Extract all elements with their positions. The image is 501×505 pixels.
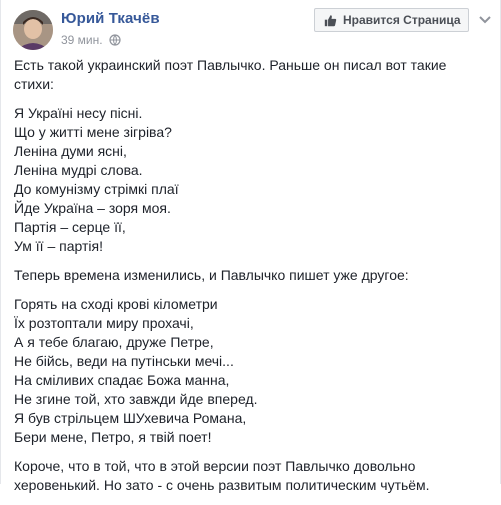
post-meta: 39 мин. — [61, 33, 121, 47]
globe-icon[interactable] — [109, 34, 121, 46]
like-page-label: Нравится Страница — [343, 13, 461, 27]
poem-line: Горять на сході крові кілометри — [14, 296, 218, 312]
poem-line: Бери мене, Петро, я твій поет! — [14, 429, 212, 445]
poem-line: Ум її – партія! — [14, 238, 103, 254]
poem-line: До комунізму стрімкі плаї — [14, 181, 179, 197]
poem-line: Леніна думи ясні, — [14, 143, 127, 159]
poem-line: Я Україні несу пісні. — [14, 105, 143, 121]
poem-line: А я тебе благаю, друже Петре, — [14, 334, 214, 350]
avatar-image — [13, 10, 53, 50]
poem-line: Не бійсь, веди на путінськи мечі... — [14, 353, 234, 369]
intro-paragraph: Есть такой украинский поэт Павлычко. Ран… — [14, 57, 447, 92]
post-body: Есть такой украинский поэт Павлычко. Ран… — [14, 56, 489, 505]
poem-line: Йде Україна – зоря моя. — [14, 200, 171, 216]
poem-line: Не згине той, хто завжди йде вперед. — [14, 391, 258, 407]
poem-line: Леніна мудрі слова. — [14, 162, 143, 178]
post-options-button[interactable] — [476, 12, 494, 28]
chevron-down-icon — [479, 16, 491, 24]
post-timestamp[interactable]: 39 мин. — [61, 33, 103, 47]
author-avatar[interactable] — [13, 10, 53, 50]
poem-line: Що у житті мене зігріва? — [14, 124, 172, 140]
poem-line: Партія – серце її, — [14, 219, 126, 235]
poem-line: Я був стрільцем ШУхевича Романа, — [14, 410, 247, 426]
facebook-post: Юрий Ткачёв 39 мин. Нравится Страница Ес… — [0, 0, 501, 493]
like-page-button[interactable]: Нравится Страница — [314, 8, 469, 32]
poem-new: Горять на сході крові кілометри Їх розто… — [14, 295, 489, 447]
thumbs-up-icon — [324, 14, 337, 26]
poem-line: Їх розтоптали миру прохачі, — [14, 315, 194, 331]
author-name[interactable]: Юрий Ткачёв — [61, 10, 160, 27]
closing-paragraph: Короче, что в той, что в этой версии поэ… — [14, 458, 430, 493]
poem-line: На сміливих спадає Божа манна, — [14, 372, 230, 388]
middle-paragraph: Теперь времена изменились, и Павлычко пи… — [14, 267, 409, 283]
poem-old: Я Україні несу пісні. Що у житті мене зі… — [14, 104, 489, 256]
